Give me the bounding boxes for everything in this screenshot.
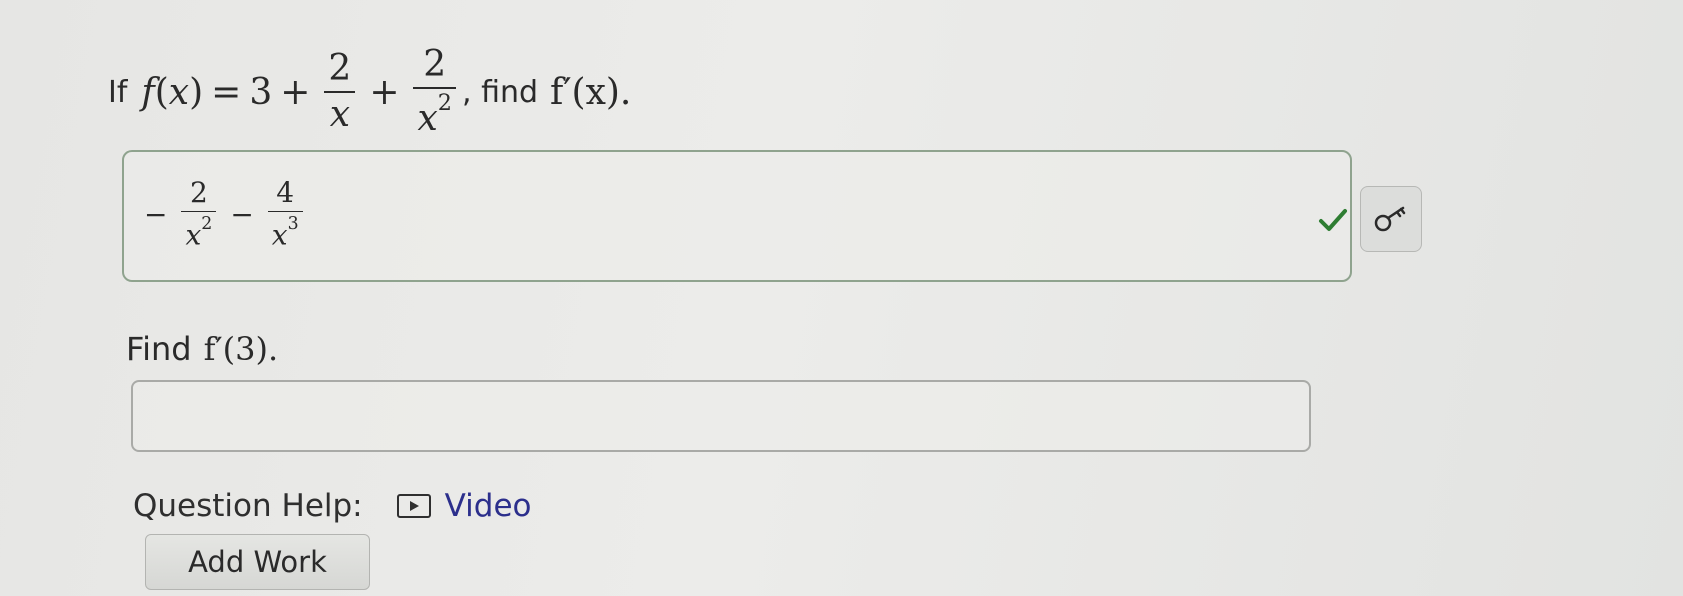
video-label: Video bbox=[444, 488, 532, 524]
minus-sign: − bbox=[144, 197, 168, 231]
question-help-label: Question Help: bbox=[133, 488, 363, 524]
key-button[interactable] bbox=[1360, 186, 1422, 252]
question-prefix: If bbox=[108, 74, 128, 110]
constant-term: 3 bbox=[249, 71, 273, 113]
key-icon bbox=[1374, 206, 1406, 232]
add-work-button[interactable]: Add Work bbox=[145, 534, 370, 590]
function-lhs: f(x) bbox=[141, 71, 204, 113]
play-icon bbox=[396, 494, 431, 518]
question-target: f′(x). bbox=[550, 71, 632, 113]
answer-fraction-2: 4 x3 bbox=[267, 178, 303, 249]
part-2-target: f′(3). bbox=[203, 330, 279, 368]
fraction-term-1: 2 x bbox=[324, 50, 356, 134]
find-prefix: Find bbox=[126, 330, 192, 368]
check-icon bbox=[1319, 209, 1347, 231]
video-link[interactable]: Video bbox=[396, 488, 532, 524]
fraction-term-2: 2 x2 bbox=[413, 46, 456, 138]
minus-sign: − bbox=[230, 197, 254, 231]
question-help: Question Help: Video bbox=[133, 488, 531, 524]
question-text: If f(x) = 3 + 2 x + 2 x2 , find f′(x). bbox=[108, 38, 631, 146]
answer-field-1[interactable]: − 2 x2 − 4 x3 bbox=[122, 150, 1352, 282]
answer-expression: − 2 x2 − 4 x3 bbox=[136, 164, 309, 264]
answer-fraction-1: 2 x2 bbox=[181, 178, 217, 249]
equals-sign: = bbox=[211, 71, 242, 113]
answer-field-2[interactable] bbox=[131, 380, 1311, 452]
find-text: , find bbox=[462, 74, 539, 110]
question-part-2: Find f′(3). bbox=[126, 330, 278, 368]
plus-sign: + bbox=[280, 71, 311, 113]
plus-sign: + bbox=[369, 71, 400, 113]
